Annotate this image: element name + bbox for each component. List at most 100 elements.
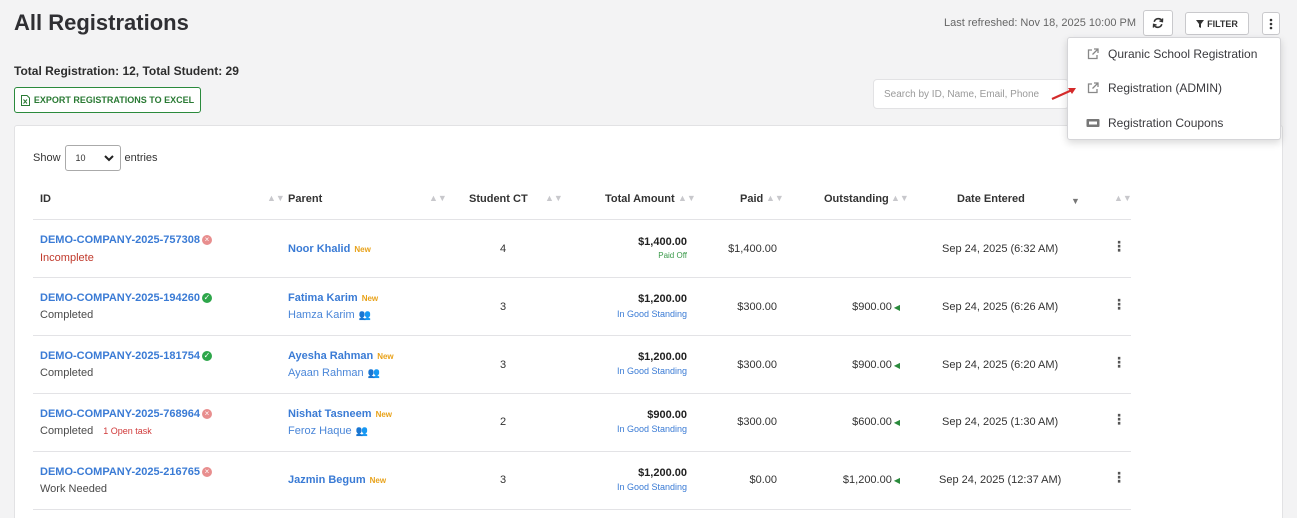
total-amount: $1,200.00: [638, 351, 687, 363]
student-link[interactable]: Feroz Haque: [288, 425, 352, 437]
outstanding-amount: $600.00: [852, 416, 892, 428]
row-actions-menu[interactable]: ⋮: [1112, 296, 1126, 313]
column-header-student-ct[interactable]: Student CT: [469, 193, 528, 205]
student-count: 3: [500, 301, 507, 313]
payment-status: In Good Standing: [616, 424, 687, 434]
row-actions-menu[interactable]: ⋮: [1112, 238, 1126, 255]
column-header-total-amount[interactable]: Total Amount: [605, 193, 675, 205]
payment-status: In Good Standing: [616, 366, 687, 376]
users-icon: 👥: [367, 368, 381, 379]
registration-status: Incomplete: [40, 252, 94, 264]
row-divider: [33, 277, 1131, 278]
entries-select[interactable]: 10: [64, 145, 121, 171]
filter-button[interactable]: FILTER: [1185, 12, 1249, 35]
payment-status: In Good Standing: [616, 309, 687, 319]
show-label: Show: [33, 152, 61, 164]
more-options-dropdown: Quranic School Registration Registration…: [1067, 37, 1281, 140]
total-amount: $1,200.00: [638, 467, 687, 479]
registration-id-link[interactable]: DEMO-COMPANY-2025-216765: [40, 466, 200, 478]
outstanding-amount: $900.00: [852, 359, 892, 371]
row-divider: [33, 451, 1131, 452]
parent-link[interactable]: Fatima Karim: [288, 292, 358, 304]
external-link-icon: [1087, 48, 1099, 60]
sort-icon[interactable]: ▲▼: [766, 193, 784, 203]
sort-icon[interactable]: ▲▼: [545, 193, 563, 203]
export-excel-button[interactable]: EXPORT REGISTRATIONS TO EXCEL: [14, 87, 201, 113]
column-header-outstanding[interactable]: Outstanding: [824, 193, 889, 205]
header-divider: [33, 219, 1131, 220]
excel-file-icon: [20, 94, 30, 106]
open-task-link[interactable]: 1 Open task: [103, 426, 152, 436]
sort-icon[interactable]: ▲▼: [429, 193, 447, 203]
outstanding-amount: $900.00: [852, 301, 892, 313]
new-badge: New: [377, 352, 394, 361]
outstanding-amount: $1,200.00: [842, 474, 892, 486]
row-divider: [33, 335, 1131, 336]
column-header-id[interactable]: ID: [40, 193, 51, 205]
parent-link[interactable]: Noor Khalid: [288, 243, 350, 255]
more-options-button[interactable]: [1262, 12, 1280, 35]
completed-check-icon: ✓: [201, 293, 212, 304]
registration-status: Completed: [40, 367, 94, 379]
filter-label: FILTER: [1207, 18, 1238, 29]
entries-value: 10: [75, 153, 86, 163]
menu-item-quranic-school-registration[interactable]: Quranic School Registration: [1086, 47, 1257, 61]
row-actions-menu[interactable]: ⋮: [1112, 354, 1126, 371]
sort-icon[interactable]: ▲▼: [267, 193, 285, 203]
chevron-down-icon: [103, 154, 114, 161]
refresh-button[interactable]: [1143, 10, 1173, 36]
registrations-panel: [14, 125, 1283, 518]
search-input[interactable]: [873, 79, 1069, 109]
sort-icon[interactable]: ▲▼: [891, 193, 909, 203]
date-entered: Sep 24, 2025 (6:32 AM): [942, 243, 1059, 255]
registration-status: Completed: [40, 425, 94, 437]
sort-desc-icon[interactable]: ▼: [1071, 196, 1080, 206]
menu-item-label: Registration (ADMIN): [1108, 81, 1223, 95]
new-badge: New: [354, 245, 371, 254]
column-header-parent[interactable]: Parent: [288, 193, 322, 205]
users-icon: 👥: [358, 310, 372, 321]
registration-id-link[interactable]: DEMO-COMPANY-2025-768964: [40, 408, 200, 420]
incomplete-x-icon: ×: [201, 235, 212, 246]
row-actions-menu[interactable]: ⋮: [1112, 411, 1126, 428]
parent-link[interactable]: Ayesha Rahman: [288, 350, 373, 362]
registration-id-link[interactable]: DEMO-COMPANY-2025-194260: [40, 292, 200, 304]
parent-link[interactable]: Jazmin Begum: [288, 474, 366, 486]
caret-left-icon: ◀: [893, 418, 900, 427]
incomplete-x-icon: ×: [201, 467, 212, 478]
ticket-icon: [1086, 119, 1100, 127]
totals-summary: Total Registration: 12, Total Student: 2…: [14, 64, 239, 78]
new-badge: New: [375, 410, 393, 419]
registration-id-link[interactable]: DEMO-COMPANY-2025-757308: [40, 234, 200, 246]
paid-amount: $300.00: [737, 359, 777, 371]
sort-icon[interactable]: ▲▼: [1114, 193, 1132, 203]
student-count: 3: [500, 474, 507, 486]
paid-amount: $300.00: [737, 416, 777, 428]
row-divider: [33, 393, 1131, 394]
row-actions-menu[interactable]: ⋮: [1112, 469, 1126, 486]
column-header-paid[interactable]: Paid: [740, 193, 763, 205]
parent-link[interactable]: Nishat Tasneem: [288, 408, 372, 420]
paid-amount: $1,400.00: [728, 243, 777, 255]
registration-status: Work Needed: [40, 483, 108, 495]
entries-control: Show 10 entries: [33, 145, 158, 171]
date-entered: Sep 24, 2025 (6:26 AM): [942, 301, 1059, 313]
total-amount: $1,400.00: [638, 236, 687, 248]
users-icon: 👥: [355, 426, 369, 437]
incomplete-x-icon: ×: [201, 409, 212, 420]
column-header-date-entered[interactable]: Date Entered: [957, 193, 1025, 205]
registration-id-link[interactable]: DEMO-COMPANY-2025-181754: [40, 350, 200, 362]
student-link[interactable]: Hamza Karim: [288, 309, 355, 321]
paid-amount: $300.00: [737, 301, 777, 313]
new-badge: New: [369, 476, 387, 485]
student-link[interactable]: Ayaan Rahman: [288, 367, 364, 379]
date-entered: Sep 24, 2025 (12:37 AM): [939, 474, 1062, 486]
menu-item-registration-coupons[interactable]: Registration Coupons: [1086, 116, 1223, 130]
menu-item-registration-admin[interactable]: Registration (ADMIN): [1086, 81, 1222, 95]
refresh-icon: [1152, 17, 1164, 29]
menu-item-label: Registration Coupons: [1108, 116, 1224, 130]
caret-left-icon: ◀: [893, 361, 900, 370]
student-count: 4: [500, 243, 507, 255]
sort-icon[interactable]: ▲▼: [678, 193, 696, 203]
last-refreshed-text: Last refreshed: Nov 18, 2025 10:00 PM: [944, 17, 1137, 29]
